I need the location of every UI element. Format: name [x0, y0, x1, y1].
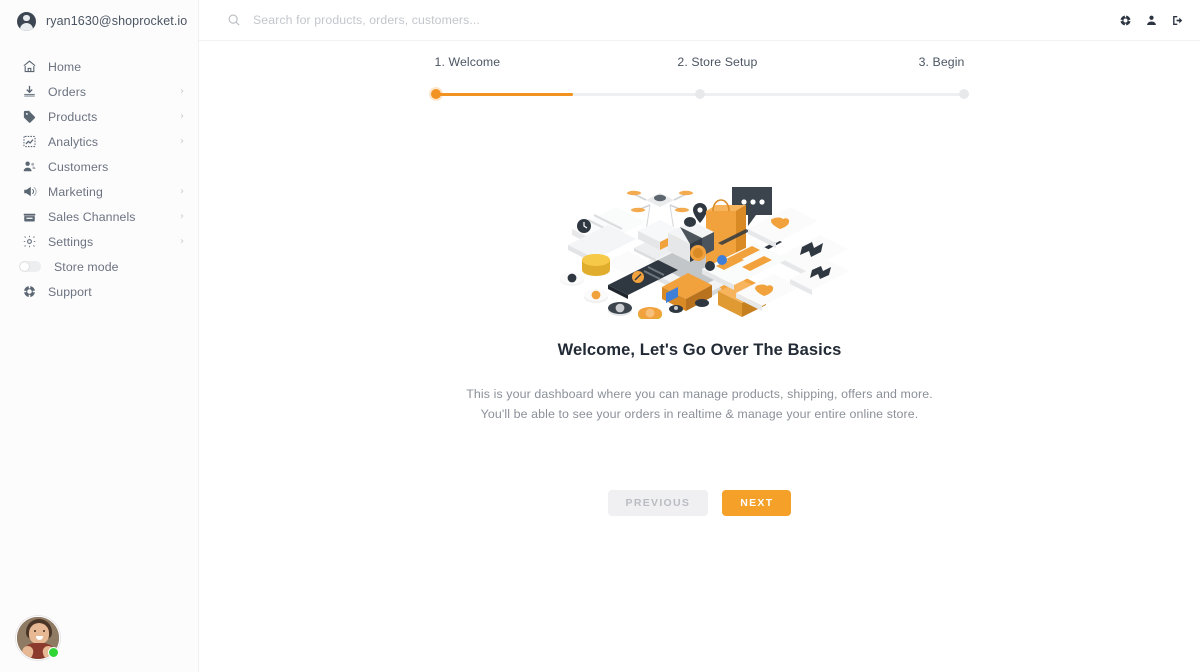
step-label-store-setup[interactable]: 2. Store Setup [677, 55, 757, 69]
onboarding-content: 1. Welcome 2. Store Setup 3. Begin Welco… [199, 41, 1200, 672]
sidebar-item-store-mode[interactable]: Store mode [0, 254, 198, 279]
sidebar-item-analytics[interactable]: Analytics › [0, 129, 198, 154]
toggle-off-icon[interactable] [19, 261, 41, 272]
stepper: 1. Welcome 2. Store Setup 3. Begin [430, 41, 969, 99]
sidebar: ryan1630@shoprocket.io Home Orders › Pro… [0, 0, 199, 672]
sidebar-item-label: Sales Channels [48, 209, 136, 224]
chevron-right-icon: › [180, 185, 184, 197]
user-circle-icon [17, 11, 36, 31]
chevron-right-icon: › [180, 135, 184, 147]
stepper-node-1[interactable] [430, 89, 441, 99]
megaphone-icon [21, 184, 37, 200]
sidebar-item-marketing[interactable]: Marketing › [0, 179, 198, 204]
main-area: 1. Welcome 2. Store Setup 3. Begin [199, 0, 1200, 672]
topbar [199, 0, 1200, 41]
chart-line-icon [21, 134, 37, 150]
sidebar-item-sales-channels[interactable]: Sales Channels › [0, 204, 198, 229]
stepper-track [430, 89, 969, 99]
sidebar-item-label: Store mode [54, 259, 119, 274]
search-icon [227, 13, 241, 27]
sidebar-item-label: Analytics [48, 134, 99, 149]
users-icon [21, 159, 37, 175]
avatar[interactable] [16, 616, 60, 660]
stepper-node-2[interactable] [694, 89, 705, 99]
sidebar-item-products[interactable]: Products › [0, 104, 198, 129]
sidebar-item-label: Marketing [48, 184, 103, 199]
sidebar-item-label: Support [48, 284, 92, 299]
lifebuoy-icon [21, 284, 37, 300]
sidebar-item-label: Home [48, 59, 82, 74]
sidebar-item-settings[interactable]: Settings › [0, 229, 198, 254]
sidebar-nav: Home Orders › Products › Analytics › Cus… [0, 54, 198, 304]
hero-description: This is your dashboard where you can man… [199, 384, 1200, 424]
account-icon[interactable] [1145, 14, 1158, 27]
stepper-progress-fill [435, 93, 573, 96]
inbox-download-icon [21, 84, 37, 100]
sidebar-item-label: Products [48, 109, 98, 124]
help-icon[interactable] [1119, 14, 1132, 27]
chevron-right-icon: › [180, 210, 184, 222]
hero: Welcome, Let's Go Over The Basics This i… [199, 147, 1200, 516]
sidebar-item-label: Settings [48, 234, 94, 249]
logout-icon[interactable] [1171, 14, 1184, 27]
home-icon [21, 59, 37, 75]
status-badge [48, 647, 59, 658]
sidebar-item-label: Customers [48, 159, 109, 174]
hero-description-line1: This is your dashboard where you can man… [466, 387, 933, 401]
step-label-begin[interactable]: 3. Begin [919, 55, 965, 69]
next-button[interactable]: NEXT [722, 490, 792, 516]
topbar-actions [1119, 14, 1184, 27]
sidebar-item-label: Orders [48, 84, 87, 99]
sidebar-item-orders[interactable]: Orders › [0, 79, 198, 104]
search-input[interactable] [253, 13, 613, 27]
tag-icon [21, 109, 37, 125]
storefront-icon [21, 209, 37, 225]
gear-icon [21, 234, 37, 250]
step-label-welcome[interactable]: 1. Welcome [435, 55, 501, 69]
hero-description-line2: You'll be able to see your orders in rea… [480, 407, 919, 421]
account-email: ryan1630@shoprocket.io [46, 14, 188, 28]
ecommerce-isometric-illustration [550, 147, 850, 321]
sidebar-account[interactable]: ryan1630@shoprocket.io [0, 0, 198, 42]
chevron-right-icon: › [180, 235, 184, 247]
sidebar-item-customers[interactable]: Customers [0, 154, 198, 179]
app-root: ryan1630@shoprocket.io Home Orders › Pro… [0, 0, 1200, 672]
stepper-node-3[interactable] [958, 89, 969, 99]
sidebar-item-support[interactable]: Support [0, 279, 198, 304]
sidebar-item-home[interactable]: Home [0, 54, 198, 79]
chevron-right-icon: › [180, 85, 184, 97]
previous-button[interactable]: PREVIOUS [607, 490, 709, 516]
stepper-labels: 1. Welcome 2. Store Setup 3. Begin [435, 55, 965, 69]
search-bar[interactable] [227, 13, 1119, 27]
page-title: Welcome, Let's Go Over The Basics [557, 341, 842, 359]
chevron-right-icon: › [180, 110, 184, 122]
wizard-buttons: PREVIOUS NEXT [199, 490, 1200, 516]
